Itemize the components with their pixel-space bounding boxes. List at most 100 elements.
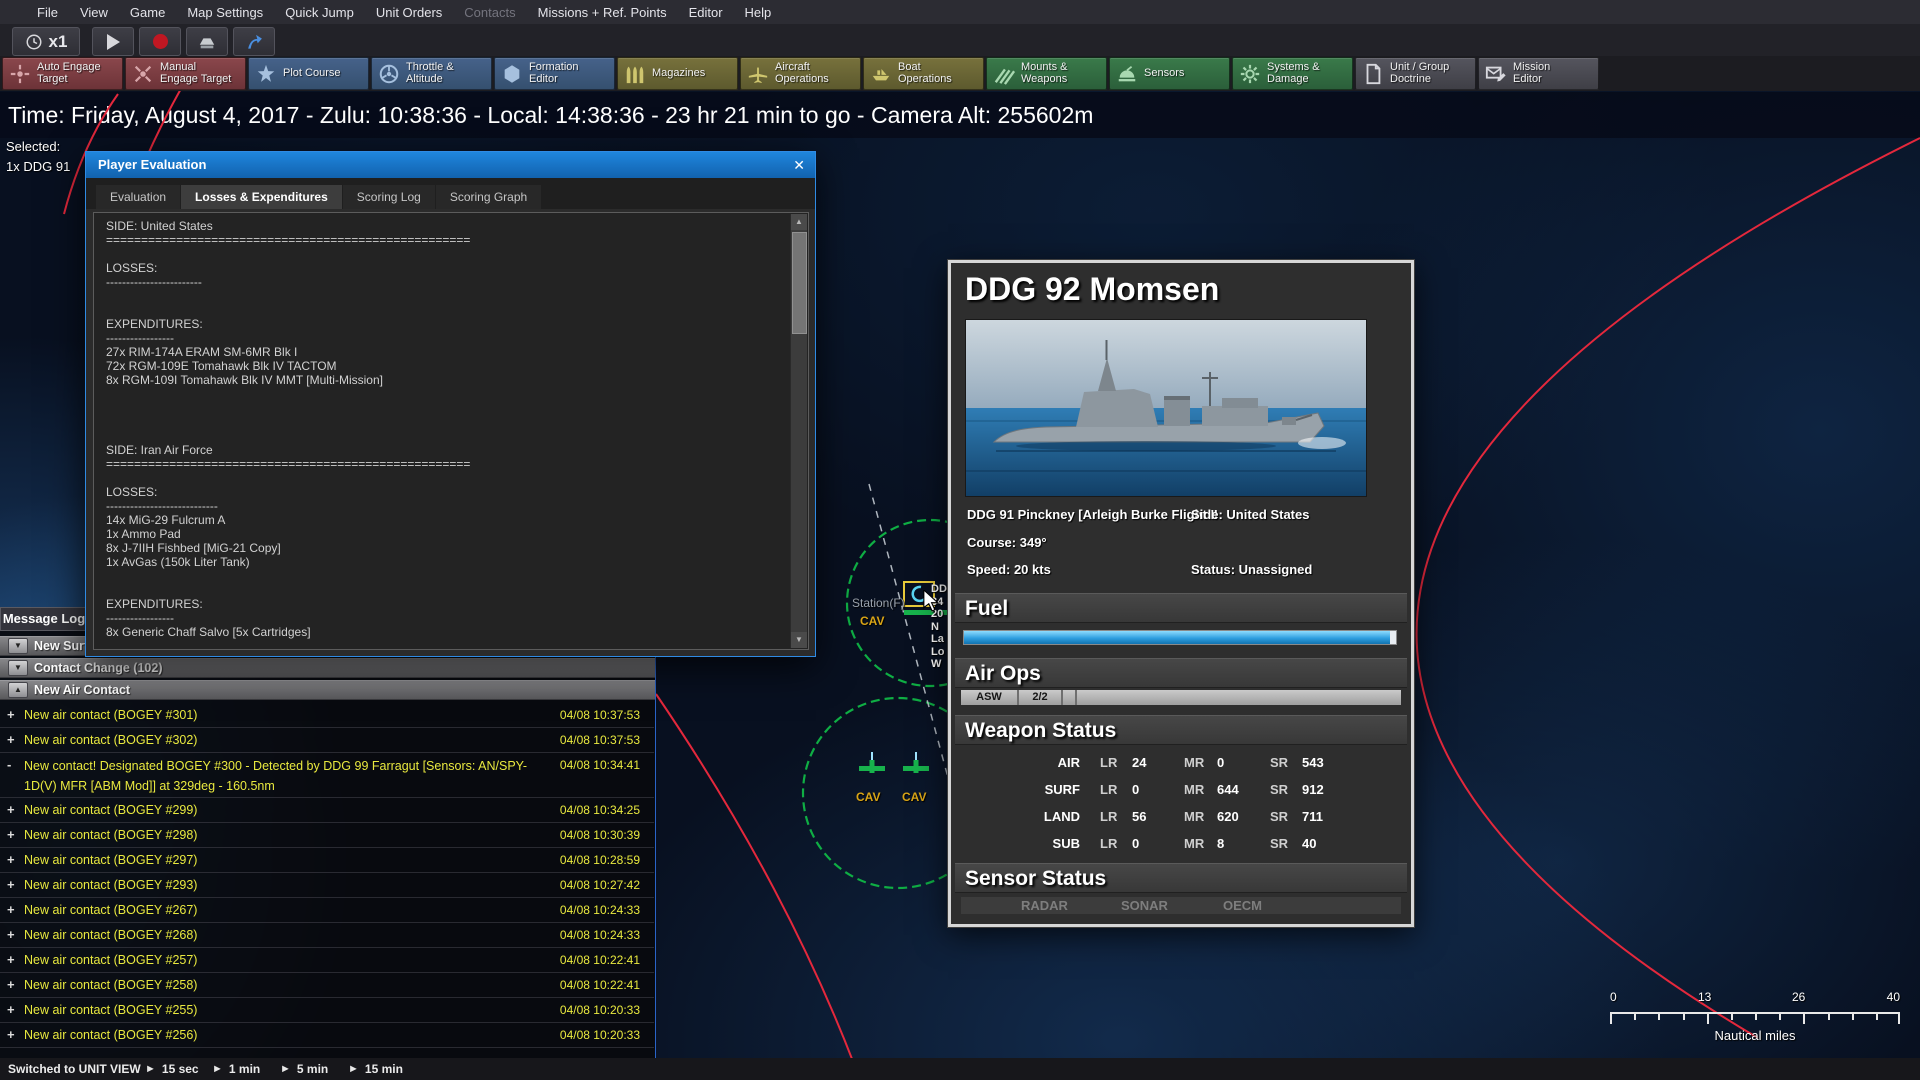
log-entry[interactable]: + New air contact (BOGEY #255) 04/08 10:20… <box>0 998 654 1023</box>
player-evaluation-dialog: Player Evaluation ✕ Evaluation Losses & … <box>85 151 816 657</box>
sensor-sonar-toggle[interactable]: SONAR <box>1121 898 1168 913</box>
record-button[interactable] <box>139 27 181 56</box>
expand-arrow-icon[interactable]: ▲ <box>8 682 28 698</box>
menu-missions-ref-points[interactable]: Missions + Ref. Points <box>527 5 678 20</box>
log-entry[interactable]: + New air contact (BOGEY #256) 04/08 10:20… <box>0 1023 654 1048</box>
menu-unit-orders[interactable]: Unit Orders <box>365 5 453 20</box>
formation-editor-button[interactable]: Formation Editor <box>494 57 615 90</box>
unit-class-text: DDG 91 Pinckney [Arleigh Burke Flight II <box>967 507 1218 522</box>
jump-arrow-icon <box>248 34 262 49</box>
auto-engage-target-button[interactable]: Auto Engage Target <box>2 57 123 90</box>
selection-readout: Selected: 1x DDG 91 <box>6 139 70 174</box>
air-ops-strip: ASW 2/2 <box>961 690 1401 705</box>
hexagon-icon <box>504 64 520 83</box>
unit-photo <box>965 319 1367 497</box>
dome-view-icon <box>199 37 215 48</box>
log-entry[interactable]: - New contact! Designated BOGEY #300 - De… <box>0 753 654 798</box>
menu-file[interactable]: File <box>26 5 69 20</box>
menu-quick-jump[interactable]: Quick Jump <box>274 5 365 20</box>
boat-operations-button[interactable]: Boat Operations <box>863 57 984 90</box>
sensor-radar-toggle[interactable]: RADAR <box>1021 898 1068 913</box>
unit-callsign-label: CAV <box>856 790 881 804</box>
log-entry[interactable]: + New air contact (BOGEY #301) 04/08 10:37… <box>0 703 654 728</box>
scroll-up-icon[interactable]: ▲ <box>791 214 807 230</box>
manual-engage-target-button[interactable]: Manual Engage Target <box>125 57 246 90</box>
menu-editor[interactable]: Editor <box>678 5 734 20</box>
fuel-bar-fill <box>964 631 1390 644</box>
play-button[interactable] <box>92 27 134 56</box>
main-toolbar: Auto Engage Target Manual Engage Target Pl… <box>0 56 1920 91</box>
scroll-down-icon[interactable]: ▼ <box>791 632 807 648</box>
scenario-time-text: Time: Friday, August 4, 2017 - Zulu: 10:… <box>8 102 1094 128</box>
dialog-tabs: Evaluation Losses & Expenditures Scoring… <box>86 178 815 209</box>
sensors-button[interactable]: Sensors <box>1109 57 1230 90</box>
air-ops-ready-cell[interactable]: 2/2 <box>1019 690 1063 705</box>
menu-help[interactable]: Help <box>734 5 783 20</box>
dialog-titlebar[interactable]: Player Evaluation ✕ <box>86 152 815 178</box>
plot-course-button[interactable]: Plot Course <box>248 57 369 90</box>
scrollbar[interactable]: ▲ ▼ <box>790 214 807 648</box>
unit-info-panel: DDG 92 Momsen DDG 91 Pinckney [Arleigh B… <box>947 259 1415 928</box>
aircraft-operations-button[interactable]: Aircraft Operations <box>740 57 861 90</box>
mounts-weapons-button[interactable]: Mounts & Weapons <box>986 57 1107 90</box>
dome-view-button[interactable] <box>186 27 228 56</box>
menu-view[interactable]: View <box>69 5 119 20</box>
log-entry[interactable]: + New air contact (BOGEY #299) 04/08 10:34… <box>0 798 654 823</box>
yoke-icon <box>379 64 399 83</box>
systems-damage-button[interactable]: Systems & Damage <box>1232 57 1353 90</box>
missiles-icon <box>994 68 1015 85</box>
log-entry[interactable]: + New air contact (BOGEY #297) 04/08 10:28… <box>0 848 654 873</box>
message-log-tab[interactable]: Message Log <box>0 607 88 631</box>
menu-game[interactable]: Game <box>119 5 176 20</box>
ship-photo-art <box>966 320 1366 496</box>
log-entry[interactable]: + New air contact (BOGEY #258) 04/08 10:22… <box>0 973 654 998</box>
log-group-contact-change[interactable]: ▼ Contact Change (102) <box>0 658 655 678</box>
unit-group-doctrine-button[interactable]: Unit / Group Doctrine <box>1355 57 1476 90</box>
scale-unit-label: Nautical miles <box>1714 1028 1796 1043</box>
time-step-1min-button[interactable]: ► 1 min <box>212 1058 260 1080</box>
log-entry[interactable]: + New air contact (BOGEY #257) 04/08 10:22… <box>0 948 654 973</box>
sensor-oecm-toggle[interactable]: OECM <box>1223 898 1262 913</box>
selected-value: 1x DDG 91 <box>6 159 71 174</box>
magazines-button[interactable]: Magazines <box>617 57 738 90</box>
step-arrow-icon: ► <box>145 1063 156 1075</box>
scroll-thumb[interactable] <box>792 232 807 334</box>
mission-editor-button[interactable]: Mission Editor <box>1478 57 1599 90</box>
weapon-row-land: LAND LR 56 MR 620 SR 711 <box>1043 809 1323 824</box>
air-ops-asw-cell[interactable]: ASW <box>961 690 1019 705</box>
log-entry[interactable]: + New air contact (BOGEY #293) 04/08 10:27… <box>0 873 654 898</box>
boat-icon <box>872 68 890 80</box>
jump-to-location-button[interactable] <box>233 27 275 56</box>
bullets-icon <box>626 66 644 83</box>
unit-course-text: Course: 349° <box>967 535 1047 550</box>
close-icon[interactable]: ✕ <box>793 152 805 178</box>
time-step-15sec-button[interactable]: ► 15 sec <box>145 1058 199 1080</box>
scale-tick-label: 40 <box>1886 990 1900 1004</box>
crosshair-icon <box>10 64 30 83</box>
log-group-new-air-contact[interactable]: ▲ New Air Contact <box>0 680 655 700</box>
play-icon <box>106 33 120 50</box>
collapse-arrow-icon[interactable]: ▼ <box>8 638 28 654</box>
tab-losses-expenditures[interactable]: Losses & Expenditures <box>181 185 342 209</box>
tab-scoring-graph[interactable]: Scoring Graph <box>435 185 542 209</box>
time-step-15min-button[interactable]: ► 15 min <box>348 1058 403 1080</box>
unit-title: DDG 92 Momsen <box>965 271 1220 307</box>
throttle-altitude-button[interactable]: Throttle & Altitude <box>371 57 492 90</box>
step-arrow-icon: ► <box>348 1063 359 1075</box>
scale-tick-label: 13 <box>1698 990 1712 1004</box>
log-entry[interactable]: + New air contact (BOGEY #302) 04/08 10:37… <box>0 728 654 753</box>
time-control-bar: x1 <box>0 24 1920 56</box>
document-icon <box>1366 63 1381 84</box>
collapse-arrow-icon[interactable]: ▼ <box>8 660 28 676</box>
tab-scoring-log[interactable]: Scoring Log <box>342 185 435 209</box>
step-arrow-icon: ► <box>212 1063 223 1075</box>
time-step-5min-button[interactable]: ► 5 min <box>280 1058 328 1080</box>
menu-map-settings[interactable]: Map Settings <box>176 5 274 20</box>
log-entry[interactable]: + New air contact (BOGEY #268) 04/08 10:24… <box>0 923 654 948</box>
envelope-pencil-icon <box>1485 66 1506 82</box>
log-entry[interactable]: + New air contact (BOGEY #267) 04/08 10:24… <box>0 898 654 923</box>
step-arrow-icon: ► <box>280 1063 291 1075</box>
time-compression-button[interactable]: x1 <box>12 27 80 56</box>
log-entry[interactable]: + New air contact (BOGEY #298) 04/08 10:30… <box>0 823 654 848</box>
tab-evaluation[interactable]: Evaluation <box>96 185 181 209</box>
